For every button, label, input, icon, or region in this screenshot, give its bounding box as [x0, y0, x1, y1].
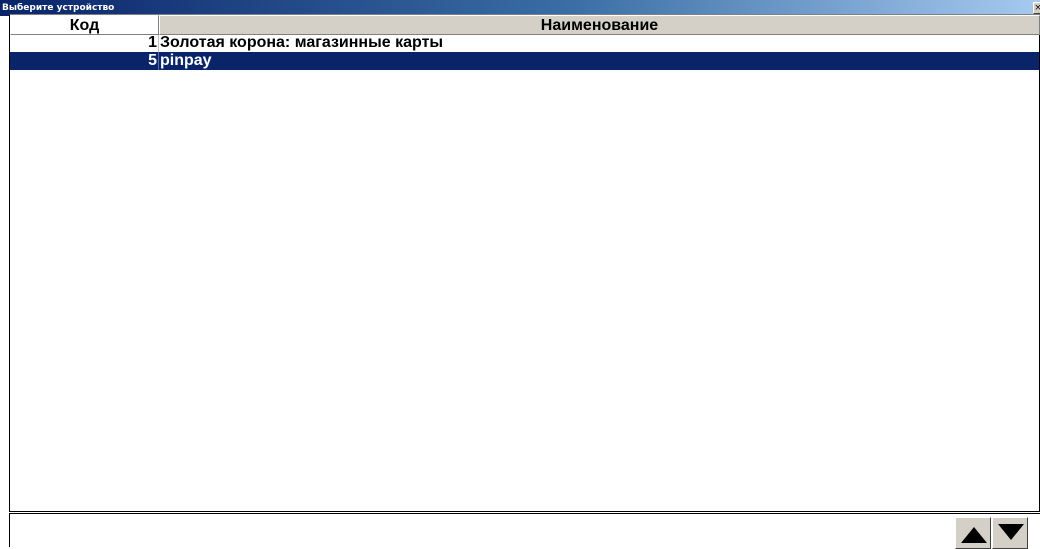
table-header: Код Наименование [9, 14, 1040, 35]
cell-code: 5 [10, 52, 159, 70]
down-triangle-icon [998, 524, 1024, 540]
window-title: Выберите устройство [2, 3, 115, 13]
column-header-name[interactable]: Наименование [159, 15, 1040, 35]
device-table: Код Наименование 1 Золотая корона: магаз… [9, 14, 1040, 512]
table-row[interactable]: 1 Золотая корона: магазинные карты [10, 34, 1039, 52]
table-row-selected[interactable]: 5 pinpay [10, 52, 1039, 70]
scroll-down-button[interactable] [992, 517, 1028, 549]
footer-panel [9, 513, 1040, 549]
up-triangle-icon [961, 527, 987, 543]
close-icon: × [1034, 3, 1040, 13]
cell-code: 1 [10, 34, 159, 52]
close-button[interactable]: × [1033, 2, 1040, 14]
cell-name: pinpay [160, 52, 212, 69]
cell-name: Золотая корона: магазинные карты [160, 34, 444, 51]
column-header-code[interactable]: Код [10, 15, 159, 35]
scroll-up-button[interactable] [955, 517, 991, 549]
